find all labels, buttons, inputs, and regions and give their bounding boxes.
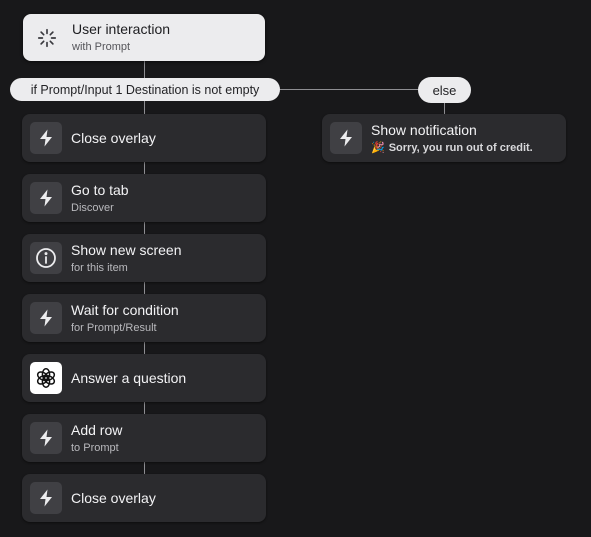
- action-card-answer-a-question[interactable]: Answer a question: [22, 354, 266, 402]
- notification-text: Sorry, you run out of credit.: [388, 141, 533, 154]
- lightning-icon: [30, 182, 62, 214]
- action-card-go-to-tab[interactable]: Go to tab Discover: [22, 174, 266, 222]
- action-card-wait-for-condition[interactable]: Wait for condition for Prompt/Result: [22, 294, 266, 342]
- trigger-card[interactable]: User interaction with Prompt: [23, 14, 265, 61]
- action-title: Show notification: [371, 121, 477, 138]
- openai-icon: [30, 362, 62, 394]
- else-pill[interactable]: else: [418, 77, 471, 103]
- action-title: Close overlay: [71, 129, 156, 146]
- lightning-icon: [30, 302, 62, 334]
- trigger-title: User interaction: [72, 21, 171, 37]
- lightning-icon: [30, 482, 62, 514]
- action-title: Wait for condition: [71, 301, 179, 318]
- trigger-subtitle: with Prompt: [72, 41, 131, 53]
- connector-else-down: [444, 102, 445, 114]
- action-card-show-new-screen[interactable]: Show new screen for this item: [22, 234, 266, 282]
- action-card-close-overlay-final[interactable]: Close overlay: [22, 474, 266, 522]
- action-title: Go to tab: [71, 181, 129, 198]
- action-card-close-overlay[interactable]: Close overlay: [22, 114, 266, 162]
- action-card-add-row[interactable]: Add row to Prompt: [22, 414, 266, 462]
- action-title: Close overlay: [71, 489, 156, 506]
- connector-trigger-to-condition: [144, 60, 145, 79]
- action-subtitle: for Prompt/Result: [71, 321, 157, 334]
- action-title: Show new screen: [71, 241, 182, 258]
- lightning-icon: [330, 122, 362, 154]
- notification-message: 🎉 Sorry, you run out of credit.: [371, 141, 533, 155]
- action-subtitle: Discover: [71, 201, 114, 214]
- action-title: Answer a question: [71, 369, 187, 386]
- party-popper-icon: 🎉: [371, 141, 385, 154]
- action-card-show-notification[interactable]: Show notification 🎉 Sorry, you run out of…: [322, 114, 566, 162]
- lightning-icon: [30, 422, 62, 454]
- condition-pill[interactable]: if Prompt/Input 1 Destination is not emp…: [10, 78, 280, 101]
- lightning-icon: [30, 122, 62, 154]
- action-subtitle: for this item: [71, 261, 128, 274]
- action-title: Add row: [71, 421, 123, 438]
- action-subtitle: to Prompt: [71, 441, 119, 454]
- connector-condition-to-else: [280, 89, 418, 90]
- loading-spinner-icon: [31, 22, 63, 54]
- info-icon: [30, 242, 62, 274]
